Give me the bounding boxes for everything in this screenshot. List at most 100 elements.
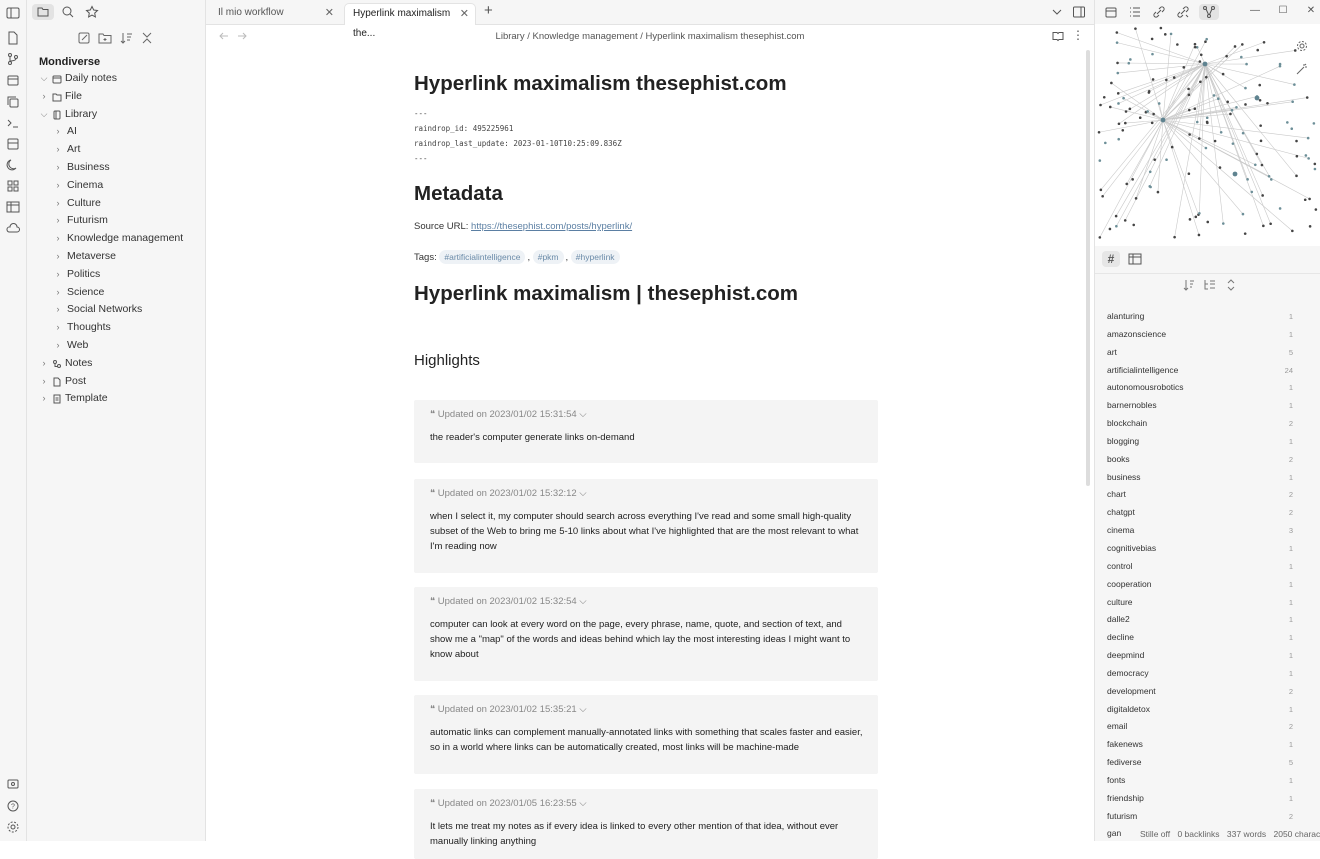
tag-item-control[interactable]: control1 bbox=[1095, 558, 1320, 576]
tag-artificialintelligence[interactable]: #artificialintelligence bbox=[439, 250, 525, 264]
tag-item-fakenews[interactable]: fakenews1 bbox=[1095, 736, 1320, 754]
table-icon[interactable] bbox=[1126, 251, 1144, 267]
copy-icon[interactable] bbox=[5, 94, 21, 110]
local-graph-view[interactable] bbox=[1095, 24, 1320, 246]
tag-item-cognitivebias[interactable]: cognitivebias1 bbox=[1095, 540, 1320, 558]
chevron-right-icon[interactable]: › bbox=[53, 177, 63, 195]
breadcrumb[interactable]: Library / Knowledge management / Hyperli… bbox=[206, 31, 1094, 42]
chevron-right-icon[interactable]: › bbox=[39, 355, 49, 373]
tag-item-business[interactable]: business1 bbox=[1095, 469, 1320, 487]
tree-item-politics[interactable]: ›Politics bbox=[27, 266, 206, 284]
chevron-right-icon[interactable]: › bbox=[53, 301, 63, 319]
tree-item-futurism[interactable]: ›Futurism bbox=[27, 212, 206, 230]
graph-settings-icon[interactable] bbox=[1295, 39, 1309, 53]
highlight-callout-header[interactable]: ❝ Updated on 2023/01/02 15:31:54 ⌵ bbox=[430, 409, 587, 420]
chevron-right-icon[interactable]: › bbox=[53, 248, 63, 266]
grid-icon[interactable] bbox=[5, 178, 21, 194]
tree-item-library[interactable]: ⌵Library bbox=[27, 106, 206, 124]
hashtag-icon[interactable]: # bbox=[1102, 251, 1120, 267]
tag-item-chatgpt[interactable]: chatgpt2 bbox=[1095, 504, 1320, 522]
terminal-icon[interactable] bbox=[5, 115, 21, 131]
vault-name[interactable]: Mondiverse bbox=[39, 56, 100, 68]
chevron-down-icon[interactable]: ⌵ bbox=[577, 596, 587, 607]
magic-wand-icon[interactable] bbox=[1295, 62, 1309, 76]
status-backlinks[interactable]: 0 backlinks bbox=[1177, 829, 1219, 839]
tree-item-knowledge-management[interactable]: ›Knowledge management bbox=[27, 230, 206, 248]
chevron-down-icon[interactable]: ⌵ bbox=[39, 70, 49, 88]
sort-icon[interactable] bbox=[118, 30, 134, 46]
tree-item-template[interactable]: ›Template bbox=[27, 390, 206, 408]
chevron-right-icon[interactable]: › bbox=[39, 88, 49, 106]
highlight-callout-header[interactable]: ❝ Updated on 2023/01/02 15:32:12 ⌵ bbox=[430, 488, 587, 499]
chevron-right-icon[interactable]: › bbox=[53, 195, 63, 213]
chevron-right-icon[interactable]: › bbox=[39, 373, 49, 391]
chevron-down-icon[interactable] bbox=[1051, 6, 1063, 18]
reading-view-icon[interactable] bbox=[1052, 30, 1064, 42]
tag-item-friendship[interactable]: friendship1 bbox=[1095, 790, 1320, 808]
tag-item-barnernobles[interactable]: barnernobles1 bbox=[1095, 397, 1320, 415]
chevron-right-icon[interactable]: › bbox=[53, 266, 63, 284]
layout-icon[interactable] bbox=[5, 136, 21, 152]
tree-item-science[interactable]: ›Science bbox=[27, 284, 206, 302]
tag-item-autonomousrobotics[interactable]: autonomousrobotics1 bbox=[1095, 379, 1320, 397]
tag-item-chart[interactable]: chart2 bbox=[1095, 486, 1320, 504]
tag-item-dalle2[interactable]: dalle21 bbox=[1095, 611, 1320, 629]
new-folder-icon[interactable] bbox=[97, 30, 113, 46]
tag-item-books[interactable]: books2 bbox=[1095, 451, 1320, 469]
table-icon[interactable] bbox=[5, 199, 21, 215]
outline-icon[interactable] bbox=[1127, 4, 1143, 20]
file-plus-icon[interactable] bbox=[5, 30, 21, 46]
minimize-button[interactable]: — bbox=[1241, 0, 1269, 24]
tag-item-deepmind[interactable]: deepmind1 bbox=[1095, 647, 1320, 665]
tab-hyperlink-maximalism[interactable]: Hyperlink maximalism the... ✕ bbox=[344, 3, 476, 25]
tag-item-fediverse[interactable]: fediverse5 bbox=[1095, 754, 1320, 772]
tree-item-cinema[interactable]: ›Cinema bbox=[27, 177, 206, 195]
tree-item-culture[interactable]: ›Culture bbox=[27, 195, 206, 213]
tag-item-email[interactable]: email2 bbox=[1095, 718, 1320, 736]
chevron-down-icon[interactable]: ⌵ bbox=[577, 488, 587, 499]
chevron-right-icon[interactable]: › bbox=[53, 123, 63, 141]
tag-item-digitaldetox[interactable]: digitaldetox1 bbox=[1095, 701, 1320, 719]
calendar-icon[interactable] bbox=[5, 72, 21, 88]
chevron-right-icon[interactable]: › bbox=[53, 337, 63, 355]
moon-icon[interactable] bbox=[5, 157, 21, 173]
chevron-right-icon[interactable]: › bbox=[39, 390, 49, 408]
chevron-down-icon[interactable]: ⌵ bbox=[577, 409, 587, 420]
chevron-down-icon[interactable]: ⌵ bbox=[577, 704, 587, 715]
tag-item-fonts[interactable]: fonts1 bbox=[1095, 772, 1320, 790]
tag-item-alanturing[interactable]: alanturing1 bbox=[1095, 308, 1320, 326]
maximize-button[interactable]: ☐ bbox=[1269, 0, 1297, 24]
tag-item-futurism[interactable]: futurism2 bbox=[1095, 808, 1320, 826]
tree-view-icon[interactable] bbox=[1203, 278, 1217, 292]
tag-item-blogging[interactable]: blogging1 bbox=[1095, 433, 1320, 451]
close-icon[interactable]: ✕ bbox=[460, 4, 469, 24]
tree-item-notes[interactable]: ›Notes bbox=[27, 355, 206, 373]
vault-icon[interactable] bbox=[5, 776, 21, 792]
chevron-right-icon[interactable]: › bbox=[53, 284, 63, 302]
tree-item-art[interactable]: ›Art bbox=[27, 141, 206, 159]
graph-view-icon[interactable] bbox=[1199, 4, 1219, 20]
outgoing-links-icon[interactable] bbox=[1175, 4, 1191, 20]
tag-item-amazonscience[interactable]: amazonscience1 bbox=[1095, 326, 1320, 344]
tag-item-cinema[interactable]: cinema3 bbox=[1095, 522, 1320, 540]
status-style[interactable]: Stille off bbox=[1140, 829, 1170, 839]
tag-item-democracy[interactable]: democracy1 bbox=[1095, 665, 1320, 683]
close-window-button[interactable]: ✕ bbox=[1297, 0, 1320, 24]
chevron-down-icon[interactable]: ⌵ bbox=[39, 106, 49, 124]
sidebar-toggle-icon[interactable] bbox=[5, 5, 21, 21]
tab-il-mio-workflow[interactable]: Il mio workflow ✕ bbox=[210, 3, 340, 25]
sort-icon[interactable] bbox=[1182, 278, 1196, 292]
git-branch-icon[interactable] bbox=[5, 51, 21, 67]
new-tab-button[interactable]: + bbox=[484, 2, 493, 19]
chevron-right-icon[interactable]: › bbox=[53, 141, 63, 159]
tree-item-daily-notes[interactable]: ⌵Daily notes bbox=[27, 70, 206, 88]
search-icon[interactable] bbox=[60, 4, 76, 20]
source-url-link[interactable]: https://thesephist.com/posts/hyperlink/ bbox=[471, 221, 632, 232]
star-icon[interactable] bbox=[84, 4, 100, 20]
tree-item-post[interactable]: ›Post bbox=[27, 373, 206, 391]
folder-tab-icon[interactable] bbox=[32, 4, 54, 20]
editor-scrollbar[interactable] bbox=[1086, 50, 1090, 486]
close-icon[interactable]: ✕ bbox=[325, 3, 334, 23]
chevron-down-icon[interactable]: ⌵ bbox=[577, 798, 587, 809]
tag-item-cooperation[interactable]: cooperation1 bbox=[1095, 576, 1320, 594]
